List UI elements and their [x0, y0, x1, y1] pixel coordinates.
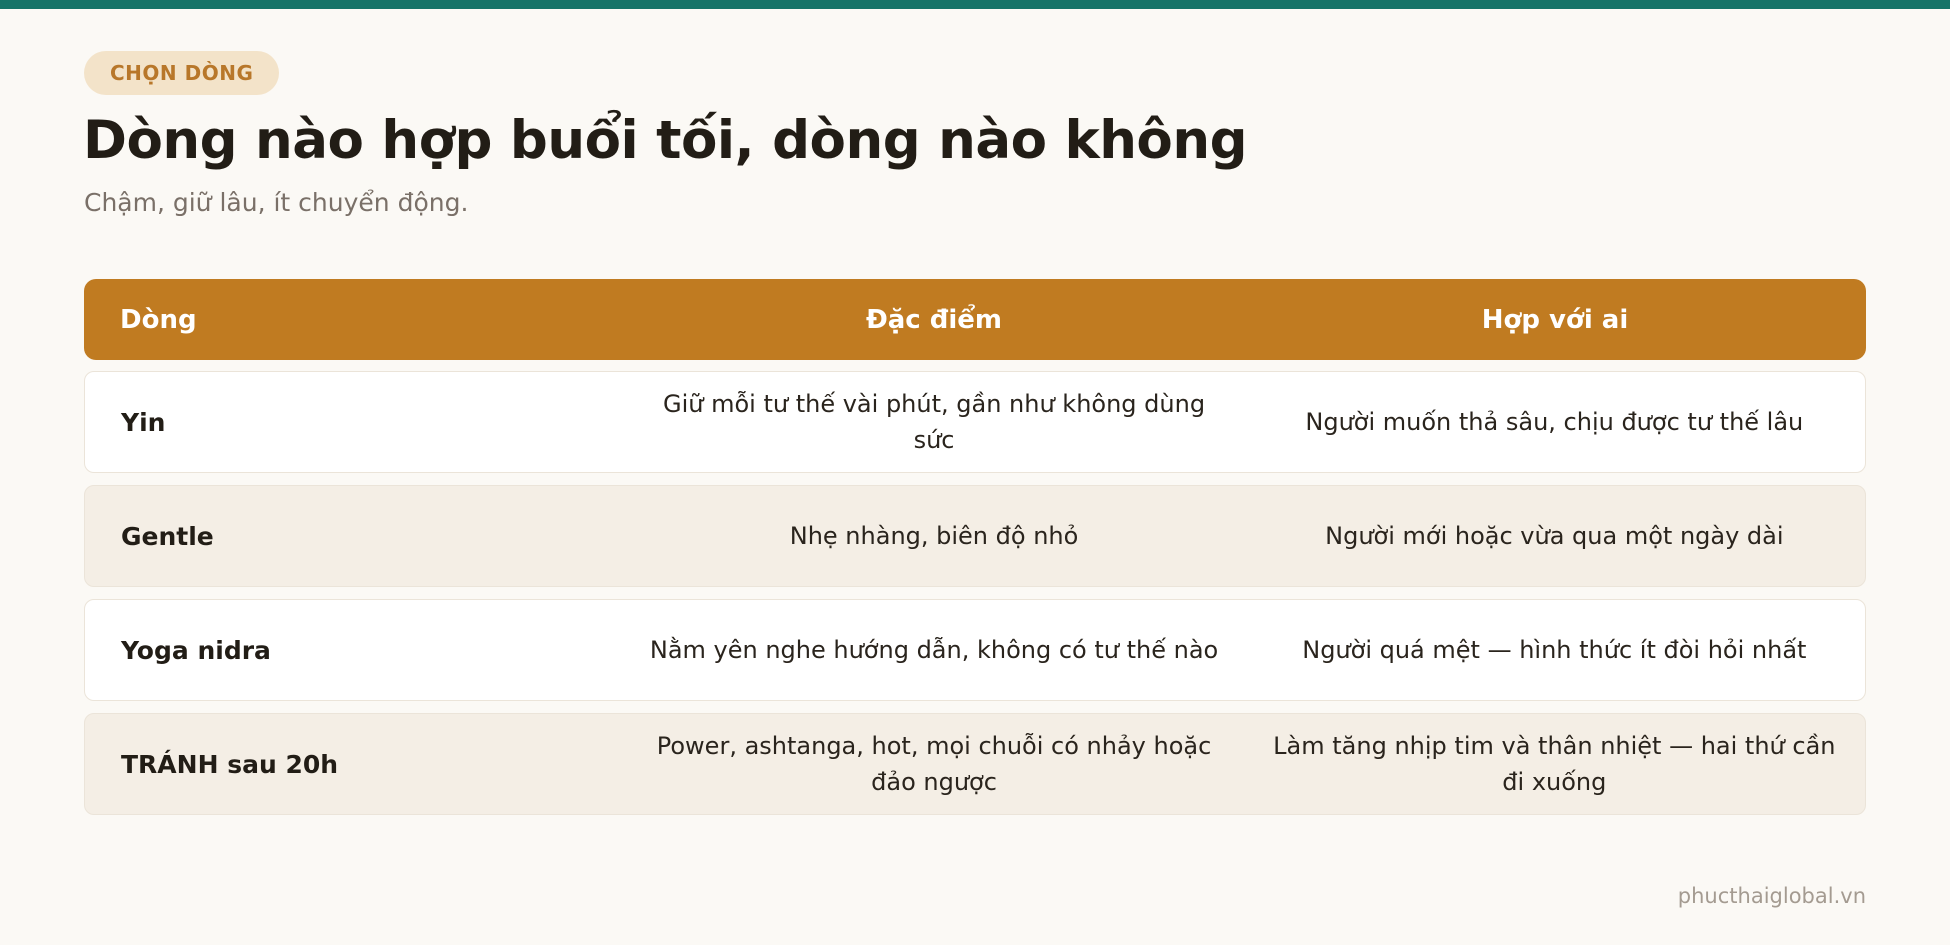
- table-row: Yoga nidra Nằm yên nghe hướng dẫn, không…: [84, 599, 1866, 701]
- row-traits: Power, ashtanga, hot, mọi chuỗi có nhảy …: [656, 732, 1212, 796]
- row-suited-for: Người muốn thả sâu, chịu được tư thế lâu: [1305, 408, 1804, 436]
- table-row: Gentle Nhẹ nhàng, biên độ nhỏ Người mới …: [84, 485, 1866, 587]
- row-traits: Nhẹ nhàng, biên độ nhỏ: [789, 522, 1079, 550]
- row-suited-for: Người mới hoặc vừa qua một ngày dài: [1325, 522, 1784, 550]
- row-suited-for: Người quá mệt — hình thức ít đòi hỏi nhấ…: [1302, 636, 1807, 664]
- row-traits: Nằm yên nghe hướng dẫn, không có tư thế …: [649, 636, 1219, 664]
- footer-domain: phucthaiglobal.vn: [1677, 884, 1866, 908]
- row-style-name: Gentle: [121, 521, 214, 551]
- section-badge: CHỌN DÒNG: [84, 51, 280, 95]
- header-cell-traits: Đặc điểm: [865, 304, 1003, 335]
- header-cell-style: Dòng: [120, 304, 197, 335]
- page-title: Dòng nào hợp buổi tối, dòng nào không: [83, 110, 1248, 171]
- row-traits: Giữ mỗi tư thế vài phút, gần như không d…: [663, 390, 1206, 454]
- row-suited-for: Làm tăng nhịp tim và thân nhiệt — hai th…: [1273, 732, 1836, 796]
- page-subtitle: Chậm, giữ lâu, ít chuyển động.: [84, 188, 469, 217]
- comparison-table: Dòng Đặc điểm Hợp với ai Yin Giữ mỗi tư …: [84, 279, 1866, 815]
- table-header: Dòng Đặc điểm Hợp với ai: [84, 279, 1866, 360]
- row-style-name: Yin: [121, 407, 166, 437]
- table-row: TRÁNH sau 20h Power, ashtanga, hot, mọi …: [84, 713, 1866, 815]
- header-cell-suited-for: Hợp với ai: [1481, 304, 1629, 335]
- table-row: Yin Giữ mỗi tư thế vài phút, gần như khô…: [84, 371, 1866, 473]
- row-style-name: Yoga nidra: [121, 635, 271, 665]
- row-style-name: TRÁNH sau 20h: [121, 749, 339, 779]
- top-accent-bar: [0, 0, 1950, 9]
